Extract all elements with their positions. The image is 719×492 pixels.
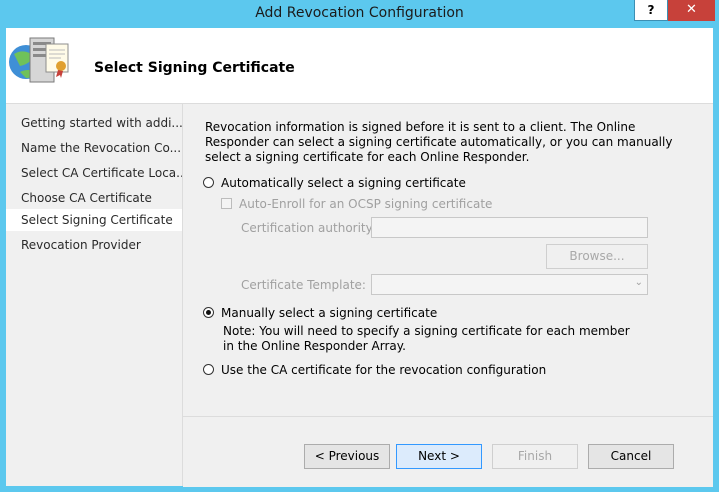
radio-manual-select[interactable] <box>203 307 214 318</box>
nav-item-select-ca-location[interactable]: Select CA Certificate Loca... <box>6 162 182 184</box>
option-auto-label: Automatically select a signing certifica… <box>221 176 466 190</box>
next-button[interactable]: Next > <box>396 444 482 469</box>
window-title: Add Revocation Configuration <box>255 5 464 21</box>
auto-enroll-option[interactable]: Auto-Enroll for an OCSP signing certific… <box>221 197 492 211</box>
wizard-content: Revocation information is signed before … <box>183 104 713 416</box>
title-bar[interactable]: Add Revocation Configuration ? ✕ <box>0 0 719 28</box>
radio-auto-select[interactable] <box>203 177 214 188</box>
close-button[interactable]: ✕ <box>668 0 715 21</box>
nav-item-name-revocation[interactable]: Name the Revocation Co... <box>6 137 182 159</box>
option-auto-select[interactable]: Automatically select a signing certifica… <box>203 176 466 190</box>
radio-use-ca-certificate[interactable] <box>203 364 214 375</box>
browse-button[interactable]: Browse... <box>546 244 648 269</box>
template-select[interactable]: ⌄ <box>371 274 648 295</box>
wizard-footer: < Previous Next > Finish Cancel <box>183 416 713 487</box>
previous-button[interactable]: < Previous <box>304 444 390 469</box>
dialog-client: Select Signing Certificate Getting start… <box>6 28 713 487</box>
wizard-nav: Getting started with addi... Name the Re… <box>6 104 183 486</box>
nav-item-revocation-provider[interactable]: Revocation Provider <box>6 234 182 256</box>
description-text: Revocation information is signed before … <box>205 120 673 164</box>
ca-input[interactable] <box>371 217 648 238</box>
nav-item-select-signing-certificate[interactable]: Select Signing Certificate <box>6 209 182 231</box>
finish-button[interactable]: Finish <box>492 444 578 469</box>
auto-enroll-checkbox[interactable] <box>221 198 232 209</box>
option-manual-select[interactable]: Manually select a signing certificate <box>203 306 437 320</box>
nav-item-choose-ca-certificate[interactable]: Choose CA Certificate <box>6 187 182 209</box>
manual-note: Note: You will need to specify a signing… <box>223 324 630 353</box>
auto-enroll-label: Auto-Enroll for an OCSP signing certific… <box>239 197 493 211</box>
ca-label: Certification authority: <box>241 221 376 235</box>
option-ca-label: Use the CA certificate for the revocatio… <box>221 363 547 377</box>
wizard-header: Select Signing Certificate <box>6 28 713 104</box>
template-label: Certificate Template: <box>241 278 366 292</box>
help-button[interactable]: ? <box>634 0 668 21</box>
option-manual-label: Manually select a signing certificate <box>221 306 438 320</box>
chevron-down-icon: ⌄ <box>634 277 643 288</box>
option-use-ca-certificate[interactable]: Use the CA certificate for the revocatio… <box>203 363 546 377</box>
dialog-window: Add Revocation Configuration ? ✕ Select … <box>0 0 719 492</box>
page-title: Select Signing Certificate <box>94 60 295 76</box>
nav-item-getting-started[interactable]: Getting started with addi... <box>6 112 182 134</box>
cancel-button[interactable]: Cancel <box>588 444 674 469</box>
server-certificate-icon <box>9 37 69 83</box>
